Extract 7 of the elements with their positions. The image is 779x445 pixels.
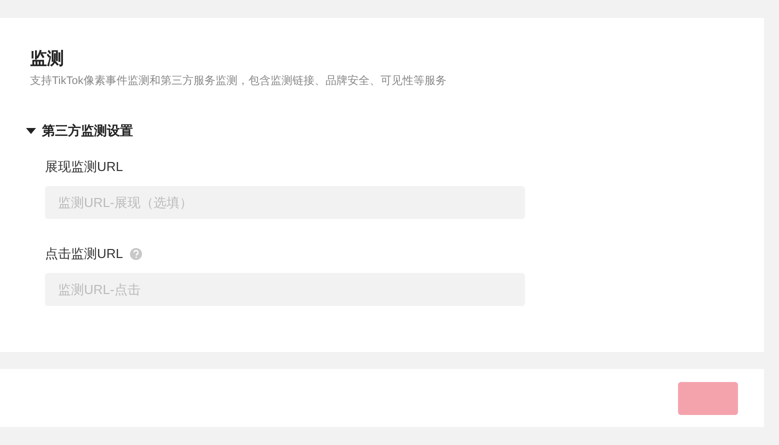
field-label: 点击监测URL xyxy=(45,245,124,263)
section-title: 监测 xyxy=(30,48,65,70)
section-description: 支持TikTok像素事件监测和第三方服务监测，包含监测链接、品牌安全、可见性等服务 xyxy=(30,74,448,88)
help-icon[interactable] xyxy=(130,248,142,260)
caret-icon xyxy=(26,127,36,135)
field-label: 展现监测URL xyxy=(45,158,124,176)
group-toggle[interactable]: 第三方监测设置 xyxy=(26,122,133,140)
